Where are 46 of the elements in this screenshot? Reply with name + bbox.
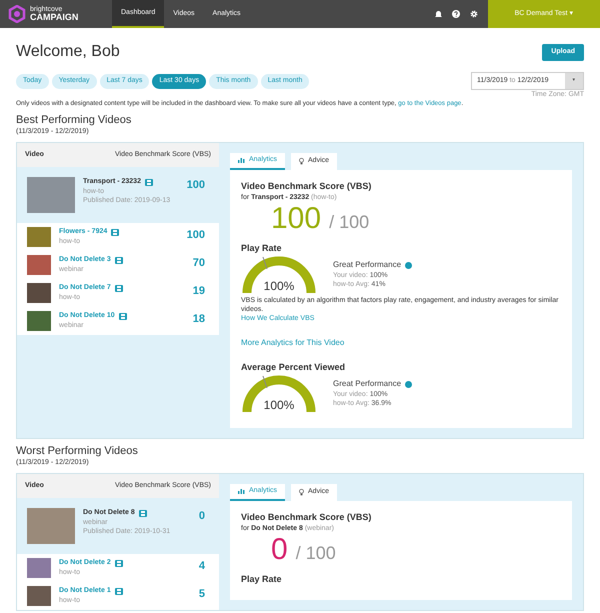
- vbs-score: 4: [198, 558, 206, 574]
- section-title: Worst Performing Videos: [16, 445, 139, 458]
- vbs-score-large: 0: [271, 534, 288, 565]
- metric-title: Play Rate: [241, 572, 283, 586]
- gauge-value: 100%: [262, 278, 296, 296]
- vbs-score: 70: [192, 256, 206, 271]
- vbs-score-large: 100: [271, 204, 322, 234]
- more-analytics-link[interactable]: More Analytics for This Video: [241, 336, 561, 349]
- vbs-heading: Video Benchmark Score (VBS): [241, 180, 372, 193]
- lightbulb-icon: [299, 158, 304, 165]
- info-icon[interactable]: [405, 262, 412, 269]
- gauge-needle: [262, 256, 268, 270]
- vbs-out-of: / 100: [296, 542, 336, 565]
- film-icon: [138, 510, 147, 516]
- bar-chart-icon: [238, 488, 245, 494]
- vbs-score: 100: [186, 178, 206, 193]
- film-icon: [144, 178, 153, 186]
- film-icon: [114, 284, 123, 292]
- hexagon-logo-icon: [8, 5, 26, 23]
- metric-title: Play Rate: [241, 242, 283, 255]
- logo-product: CAMPAIGN: [30, 13, 78, 22]
- film-icon: [114, 588, 123, 594]
- film-icon: [118, 312, 127, 320]
- vbs-score: 18: [192, 312, 206, 327]
- film-icon: [114, 256, 123, 264]
- page-title: Welcome, Bob: [16, 42, 120, 62]
- vbs-score: 0: [198, 508, 206, 524]
- info-icon[interactable]: [405, 380, 412, 388]
- lightbulb-icon: [299, 488, 304, 496]
- vbs-score: 19: [192, 284, 206, 299]
- vbs-score: 5: [198, 586, 206, 602]
- bar-chart-icon: [238, 157, 245, 164]
- metric-title: Average Percent Viewed: [241, 360, 346, 374]
- vbs-out-of: / 100: [329, 210, 370, 234]
- gauge-needle: [262, 376, 268, 389]
- film-icon: [114, 560, 123, 566]
- settings-icon[interactable]: [470, 10, 478, 18]
- vbs-heading: Video Benchmark Score (VBS): [241, 510, 372, 524]
- rating-label: Great Performance: [333, 259, 402, 272]
- film-icon: [111, 228, 120, 236]
- bell-icon[interactable]: [435, 10, 442, 18]
- rating-label: Great Performance: [333, 378, 402, 390]
- section-title: Best Performing Videos: [16, 114, 132, 128]
- gauge-value: 100%: [262, 397, 296, 414]
- vbs-score: 100: [186, 228, 206, 243]
- help-icon[interactable]: [452, 10, 460, 18]
